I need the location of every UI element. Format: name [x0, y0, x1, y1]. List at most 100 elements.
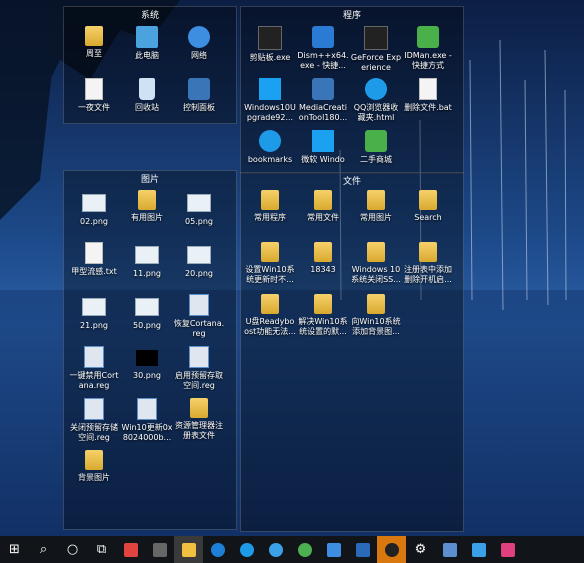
desktop-icon-21-png[interactable]: 21.png — [68, 294, 120, 331]
desktop-icon-clipboard[interactable]: 剪贴板.exe — [244, 26, 296, 63]
power-app-icon — [123, 542, 138, 557]
icon-label: 二手商城 — [360, 155, 392, 164]
image-icon — [82, 194, 106, 212]
icon-label: Dism++x64.exe - 快捷... — [297, 51, 349, 70]
icon-label: Windows 10系统关闭SS... — [351, 265, 401, 284]
desktop-icon-common-pictures[interactable]: 常用图片 — [350, 190, 402, 223]
desktop-icon-50-png[interactable]: 50.png — [121, 294, 173, 331]
icon-label: IDMan.exe - 快捷方式 — [404, 51, 452, 70]
icon-label: 网络 — [191, 51, 207, 60]
desktop-icon-qq-favorites[interactable]: QQ浏览器收藏夹.html — [350, 78, 402, 123]
idm-icon — [417, 26, 439, 48]
desktop-icon-bookmarks[interactable]: bookmarks — [244, 130, 296, 165]
icon-label: 20.png — [185, 269, 213, 278]
folder-icon — [314, 190, 332, 210]
icon-label: MediaCreationTool180... — [298, 103, 348, 122]
fence-files: 文件 — [240, 172, 464, 532]
desktop-icon-second-hand-shop[interactable]: 二手商城 — [350, 130, 402, 165]
folder-icon — [314, 294, 332, 314]
icon-label: 删除文件.bat — [404, 103, 452, 112]
desktop-icon-usb-readyboost[interactable]: U盘Readyboost功能无法... — [244, 294, 296, 337]
desktop-icon-geforce[interactable]: GeForce Experience — [350, 26, 402, 73]
desktop-icon-win10-close-ss[interactable]: Windows 10系统关闭SS... — [350, 242, 402, 285]
fence-title-programs: 程序 — [342, 11, 361, 21]
task-view-button[interactable]: ⧉ — [87, 536, 116, 563]
desktop-icon-registry-startup[interactable]: 注册表中添加删除开机启... — [402, 242, 454, 285]
desktop-icon-network[interactable]: 网络 — [173, 26, 225, 61]
desktop-icon-restore-cortana[interactable]: 恢复Cortana.reg — [173, 294, 225, 339]
desktop-icon-idman[interactable]: IDMan.exe - 快捷方式 — [402, 26, 454, 71]
app-qq-button[interactable] — [377, 536, 406, 563]
desktop-icon-win10-default-settings[interactable]: 解决Win10系统设置的默... — [297, 294, 349, 337]
desktop-icon-delete-bat[interactable]: 删除文件.bat — [402, 78, 454, 113]
desktop-icon-disable-cortana[interactable]: 一键禁用Cortana.reg — [68, 346, 120, 391]
app-settings-button[interactable]: ⚙ — [406, 536, 435, 563]
desktop-icon-explorer-reg-files[interactable]: 资源管理器注册表文件 — [173, 398, 225, 441]
cortana-button[interactable]: ○ — [58, 536, 87, 563]
app-edge-button[interactable] — [203, 536, 232, 563]
desktop-icon-common-programs[interactable]: 常用程序 — [244, 190, 296, 223]
desktop-icon-flu-txt[interactable]: 甲型流感.txt — [68, 242, 120, 277]
app-bird-button[interactable] — [319, 536, 348, 563]
desktop-icon-this-pc[interactable]: 此电脑 — [121, 26, 173, 61]
folder-icon — [419, 190, 437, 210]
icon-label: 向Win10系统添加背景图... — [351, 317, 401, 336]
desktop-icon-one-night-file[interactable]: 一夜文件 — [68, 78, 120, 113]
desktop-icon-media-creation[interactable]: MediaCreationTool180... — [297, 78, 349, 123]
image-icon — [135, 298, 159, 316]
folder-icon — [261, 294, 279, 314]
windows-icon — [312, 130, 334, 152]
desktop-icon-background-pictures[interactable]: 背景图片 — [68, 450, 120, 483]
desktop-icon-control-panel[interactable]: 控制面板 — [173, 78, 225, 113]
app-power-button[interactable] — [116, 536, 145, 563]
desktop-icon-18343[interactable]: 18343 — [297, 242, 349, 275]
file-explorer-icon — [181, 542, 196, 557]
desktop-icon-zhouzhi[interactable]: 周至 — [68, 26, 120, 59]
text-file-icon — [85, 242, 103, 264]
app-pink-button[interactable] — [493, 536, 522, 563]
app-qq-browser-button[interactable] — [232, 536, 261, 563]
desktop-icon-useful-pictures[interactable]: 有用图片 — [121, 190, 173, 223]
app-store-button[interactable] — [348, 536, 377, 563]
desktop-icon-win10-update-settings[interactable]: 设置Win10系统更新时不... — [244, 242, 296, 285]
desktop-icon-search[interactable]: Search — [402, 190, 454, 223]
network-icon — [188, 26, 210, 48]
icon-label: Windows10Upgrade92... — [244, 103, 296, 122]
desktop-icon-win10-update-error[interactable]: Win10更新0x8024000b... — [121, 398, 173, 443]
desktop-icon-win10-add-background[interactable]: 向Win10系统添加背景图... — [350, 294, 402, 337]
app-outlook-button[interactable] — [464, 536, 493, 563]
desktop-icon-win10-upgrade[interactable]: Windows10Upgrade92... — [244, 78, 296, 123]
icon-label: 02.png — [80, 217, 108, 226]
icon-label: 11.png — [133, 269, 161, 278]
icon-label: QQ浏览器收藏夹.html — [353, 103, 399, 122]
desktop-icon-11-png[interactable]: 11.png — [121, 242, 173, 279]
app-iobit-button[interactable] — [435, 536, 464, 563]
ie-icon — [268, 542, 283, 557]
app-calculator-button[interactable] — [145, 536, 174, 563]
folder-icon — [261, 190, 279, 210]
desktop-icon-common-files[interactable]: 常用文件 — [297, 190, 349, 223]
desktop-icon-30-png[interactable]: 30.png — [121, 346, 173, 381]
app-explorer-button[interactable] — [174, 536, 203, 563]
icon-label: 注册表中添加删除开机启... — [404, 265, 452, 284]
icon-label: 50.png — [133, 321, 161, 330]
desktop-icon-20-png[interactable]: 20.png — [173, 242, 225, 279]
app-ie-button[interactable] — [261, 536, 290, 563]
start-button[interactable]: ⊞ — [0, 536, 29, 563]
taskbar: ⊞ ⌕ ○ ⧉ ⚙ — [0, 536, 584, 563]
image-black-icon — [136, 350, 158, 366]
icon-label: 恢复Cortana.reg — [173, 319, 225, 338]
search-button[interactable]: ⌕ — [29, 536, 58, 563]
chrome-icon — [297, 542, 312, 557]
icon-label: 背景图片 — [78, 473, 110, 482]
desktop-icon-ms-windows[interactable]: 微软 Windo — [297, 130, 349, 165]
desktop-icon-02-png[interactable]: 02.png — [68, 190, 120, 227]
registry-icon — [137, 398, 157, 420]
desktop-icon-recycle-bin[interactable]: 回收站 — [121, 78, 173, 113]
app-chrome-button[interactable] — [290, 536, 319, 563]
desktop-icon-05-png[interactable]: 05.png — [173, 190, 225, 227]
desktop-icon-enable-reserved-storage[interactable]: 启用预留存取空间.reg — [173, 346, 225, 391]
desktop-icon-close-reserved-storage[interactable]: 关闭预留存储空间.reg — [68, 398, 120, 443]
windows-logo-icon: ⊞ — [9, 542, 20, 557]
desktop-icon-dism[interactable]: Dism++x64.exe - 快捷... — [297, 26, 349, 71]
